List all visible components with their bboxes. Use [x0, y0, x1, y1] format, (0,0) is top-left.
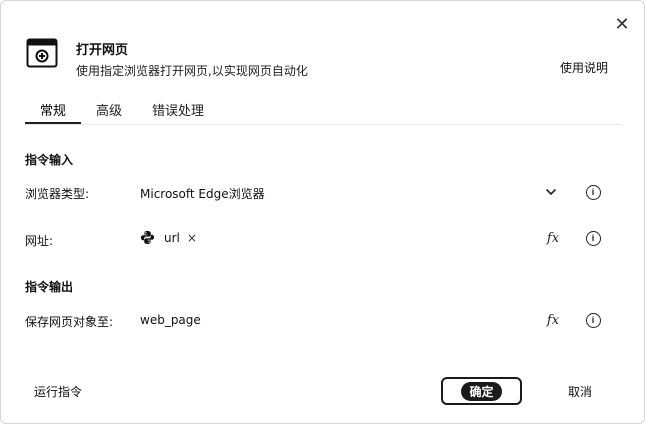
browser-type-label: 浏览器类型: [25, 187, 90, 201]
ok-button-label: 确定 [461, 381, 502, 401]
url-variable-name: url [164, 230, 180, 245]
open-webpage-dialog: ✕ 打开网页 使用指定浏览器打开网页,以实现网页自动化 使用说明 常规 高级 错… [0, 0, 645, 424]
save-to-label: 保存网页对象至: [25, 315, 114, 329]
help-link[interactable]: 使用说明 [560, 59, 608, 76]
close-button[interactable]: ✕ [611, 13, 633, 35]
url-fx-icon[interactable]: fx [544, 229, 562, 247]
save-to-info-icon[interactable]: i [584, 311, 602, 329]
save-to-input[interactable]: web_page [140, 313, 201, 327]
output-section-title: 指令输出 [25, 280, 74, 294]
url-variable-chip[interactable]: url × [140, 230, 197, 245]
tab-advanced[interactable]: 高级 [96, 100, 122, 119]
dialog-title: 打开网页 [76, 43, 129, 58]
browser-type-info-icon[interactable]: i [584, 183, 602, 201]
url-label: 网址: [25, 234, 54, 248]
python-icon [141, 231, 154, 244]
remove-variable-icon[interactable]: × [187, 231, 197, 245]
close-icon: ✕ [614, 13, 630, 35]
url-info-icon[interactable]: i [584, 229, 602, 247]
ok-button[interactable]: 确定 [441, 377, 522, 405]
tab-error-handling[interactable]: 错误处理 [152, 100, 204, 119]
tab-general[interactable]: 常规 [40, 100, 66, 119]
dialog-subtitle: 使用指定浏览器打开网页,以实现网页自动化 [76, 64, 308, 78]
save-to-fx-icon[interactable]: fx [544, 311, 562, 329]
run-command-button[interactable]: 运行指令 [34, 383, 82, 400]
chevron-down-icon[interactable] [542, 183, 560, 201]
tabs-divider [25, 124, 622, 125]
cancel-button[interactable]: 取消 [568, 383, 592, 400]
browser-type-select[interactable]: Microsoft Edge浏览器 [140, 185, 265, 202]
input-section-title: 指令输入 [25, 153, 74, 167]
browser-window-icon [26, 38, 58, 68]
